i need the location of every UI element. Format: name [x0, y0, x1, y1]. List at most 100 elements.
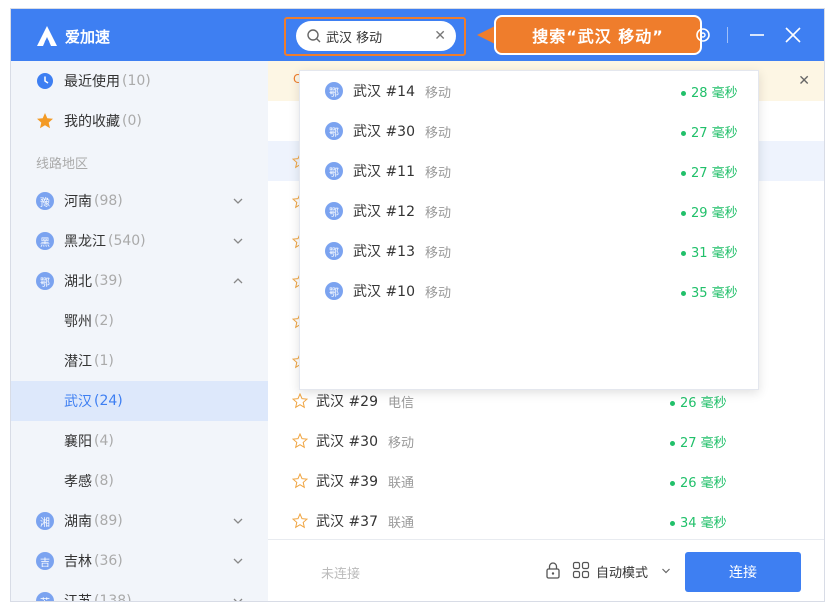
- list-item[interactable]: 鄂 武汉 #13 移动 31 毫秒: [300, 231, 760, 271]
- server-name: 武汉 #37: [316, 514, 378, 530]
- region-badge: 鄂: [325, 202, 343, 220]
- sidebar-item-count: (540): [108, 233, 146, 249]
- notice-close-icon[interactable]: ✕: [798, 73, 810, 89]
- server-name: 武汉 #30: [316, 434, 378, 450]
- favorite-star-icon[interactable]: [292, 513, 308, 529]
- region-badge: 鄂: [325, 242, 343, 260]
- server-ping: 28 毫秒: [681, 82, 738, 101]
- sidebar-item-label: 我的收藏: [64, 114, 120, 130]
- chevron-down-icon[interactable]: [232, 235, 244, 247]
- ping-value: 31 毫秒: [691, 245, 738, 261]
- mode-grid-icon[interactable]: [572, 561, 590, 579]
- list-item[interactable]: 鄂 武汉 #11 移动 27 毫秒: [300, 151, 760, 191]
- sidebar-item-count: (36): [94, 553, 123, 569]
- connect-button[interactable]: 连接: [685, 552, 801, 592]
- close-icon[interactable]: [781, 23, 805, 47]
- chevron-down-icon[interactable]: [232, 595, 244, 602]
- chevron-down-icon[interactable]: [232, 195, 244, 207]
- annotation-callout: 搜索“武汉 移动”: [494, 15, 702, 55]
- chevron-down-icon[interactable]: [232, 555, 244, 567]
- ping-value: 26 毫秒: [680, 475, 727, 491]
- ping-value: 34 毫秒: [680, 515, 727, 531]
- sidebar-item-xiaogan[interactable]: 孝感 (8): [11, 461, 268, 501]
- server-name: 武汉 #39: [316, 474, 378, 490]
- sidebar: 最近使用 (10) 我的收藏 (0) 线路地区 豫 河南 (98) 黑 黑龙江 …: [11, 61, 268, 602]
- sidebar-item-count: (138): [94, 593, 132, 602]
- list-item[interactable]: 鄂 武汉 #12 移动 29 毫秒: [300, 191, 760, 231]
- chevron-down-icon[interactable]: [232, 515, 244, 527]
- sidebar-item-recent[interactable]: 最近使用 (10): [11, 61, 268, 101]
- favorite-star-icon[interactable]: [292, 393, 308, 409]
- region-badge: 鄂: [325, 82, 343, 100]
- region-badge: 湘: [36, 512, 54, 530]
- table-row[interactable]: 武汉 #30 移动 27 毫秒: [268, 421, 824, 461]
- sidebar-item-jiangsu[interactable]: 苏 江苏 (138): [11, 581, 268, 602]
- server-ping: 26 毫秒: [670, 392, 727, 411]
- ping-value: 29 毫秒: [691, 205, 738, 221]
- server-name: 武汉 #11: [353, 164, 415, 180]
- chevron-up-icon[interactable]: [232, 275, 244, 287]
- server-name: 武汉 #13: [353, 244, 415, 260]
- ping-dot-icon: [681, 90, 686, 96]
- sidebar-item-label: 武汉: [64, 394, 92, 410]
- table-row[interactable]: 武汉 #39 联通 26 毫秒: [268, 461, 824, 501]
- ping-dot-icon: [670, 520, 675, 526]
- favorite-star-icon[interactable]: [292, 433, 308, 449]
- sidebar-item-heilongjiang[interactable]: 黑 黑龙江 (540): [11, 221, 268, 261]
- server-isp: 电信: [388, 395, 415, 411]
- clock-icon: [37, 73, 53, 89]
- sidebar-item-label: 黑龙江: [64, 234, 106, 250]
- sidebar-item-qianjiang[interactable]: 潜江 (1): [11, 341, 268, 381]
- minimize-icon[interactable]: [745, 23, 769, 47]
- sidebar-item-favorites[interactable]: 我的收藏 (0): [11, 101, 268, 141]
- lock-icon[interactable]: [544, 561, 562, 579]
- ping-value: 27 毫秒: [691, 165, 738, 181]
- sidebar-item-hunan[interactable]: 湘 湖南 (89): [11, 501, 268, 541]
- chevron-down-icon[interactable]: [661, 566, 671, 576]
- ping-value: 35 毫秒: [691, 285, 738, 301]
- ping-dot-icon: [681, 250, 686, 256]
- settings-icon[interactable]: [691, 23, 715, 47]
- sidebar-item-henan[interactable]: 豫 河南 (98): [11, 181, 268, 221]
- search-input[interactable]: 武汉 移动 ✕: [296, 21, 456, 51]
- ping-dot-icon: [681, 130, 686, 136]
- server-ping: 31 毫秒: [681, 242, 738, 261]
- server-ping: 27 毫秒: [681, 122, 738, 141]
- server-isp: 移动: [425, 85, 452, 101]
- sidebar-item-ezhou[interactable]: 鄂州 (2): [11, 301, 268, 341]
- region-badge: 鄂: [36, 272, 54, 290]
- server-name: 武汉 #12: [353, 204, 415, 220]
- list-item[interactable]: 鄂 武汉 #30 移动 27 毫秒: [300, 111, 760, 151]
- clear-search-icon[interactable]: ✕: [434, 28, 446, 44]
- sidebar-item-label: 最近使用: [64, 74, 120, 90]
- list-item[interactable]: 鄂 武汉 #14 移动 28 毫秒: [300, 71, 760, 111]
- sidebar-item-label: 江苏: [64, 594, 92, 602]
- ping-dot-icon: [681, 170, 686, 176]
- server-ping: 27 毫秒: [670, 432, 727, 451]
- mode-select[interactable]: 自动模式: [596, 562, 648, 581]
- sidebar-item-xiangyang[interactable]: 襄阳 (4): [11, 421, 268, 461]
- region-badge: 鄂: [325, 162, 343, 180]
- server-isp: 移动: [425, 205, 452, 221]
- sidebar-item-count: (39): [94, 273, 123, 289]
- ping-value: 26 毫秒: [680, 395, 727, 411]
- favorite-star-icon[interactable]: [292, 473, 308, 489]
- server-isp: 移动: [425, 125, 452, 141]
- ping-dot-icon: [681, 290, 686, 296]
- sidebar-item-hubei[interactable]: 鄂 湖北 (39): [11, 261, 268, 301]
- star-icon: [37, 113, 53, 129]
- search-value[interactable]: 武汉 移动: [326, 27, 434, 46]
- sidebar-item-label: 河南: [64, 194, 92, 210]
- sidebar-item-wuhan[interactable]: 武汉 (24): [11, 381, 268, 421]
- sidebar-item-count: (98): [94, 193, 123, 209]
- sidebar-item-label: 吉林: [64, 554, 92, 570]
- section-title: 线路地区: [36, 157, 89, 172]
- sidebar-item-label: 孝感: [64, 474, 92, 490]
- sidebar-item-label: 鄂州: [64, 314, 92, 330]
- sidebar-item-jilin[interactable]: 吉 吉林 (36): [11, 541, 268, 581]
- list-item[interactable]: 鄂 武汉 #10 移动 35 毫秒: [300, 271, 760, 311]
- table-row[interactable]: 武汉 #37 联通 34 毫秒: [268, 501, 824, 541]
- connection-status: 未连接: [321, 567, 361, 582]
- logo: 爱加速: [35, 23, 110, 49]
- sidebar-item-label: 湖北: [64, 274, 92, 290]
